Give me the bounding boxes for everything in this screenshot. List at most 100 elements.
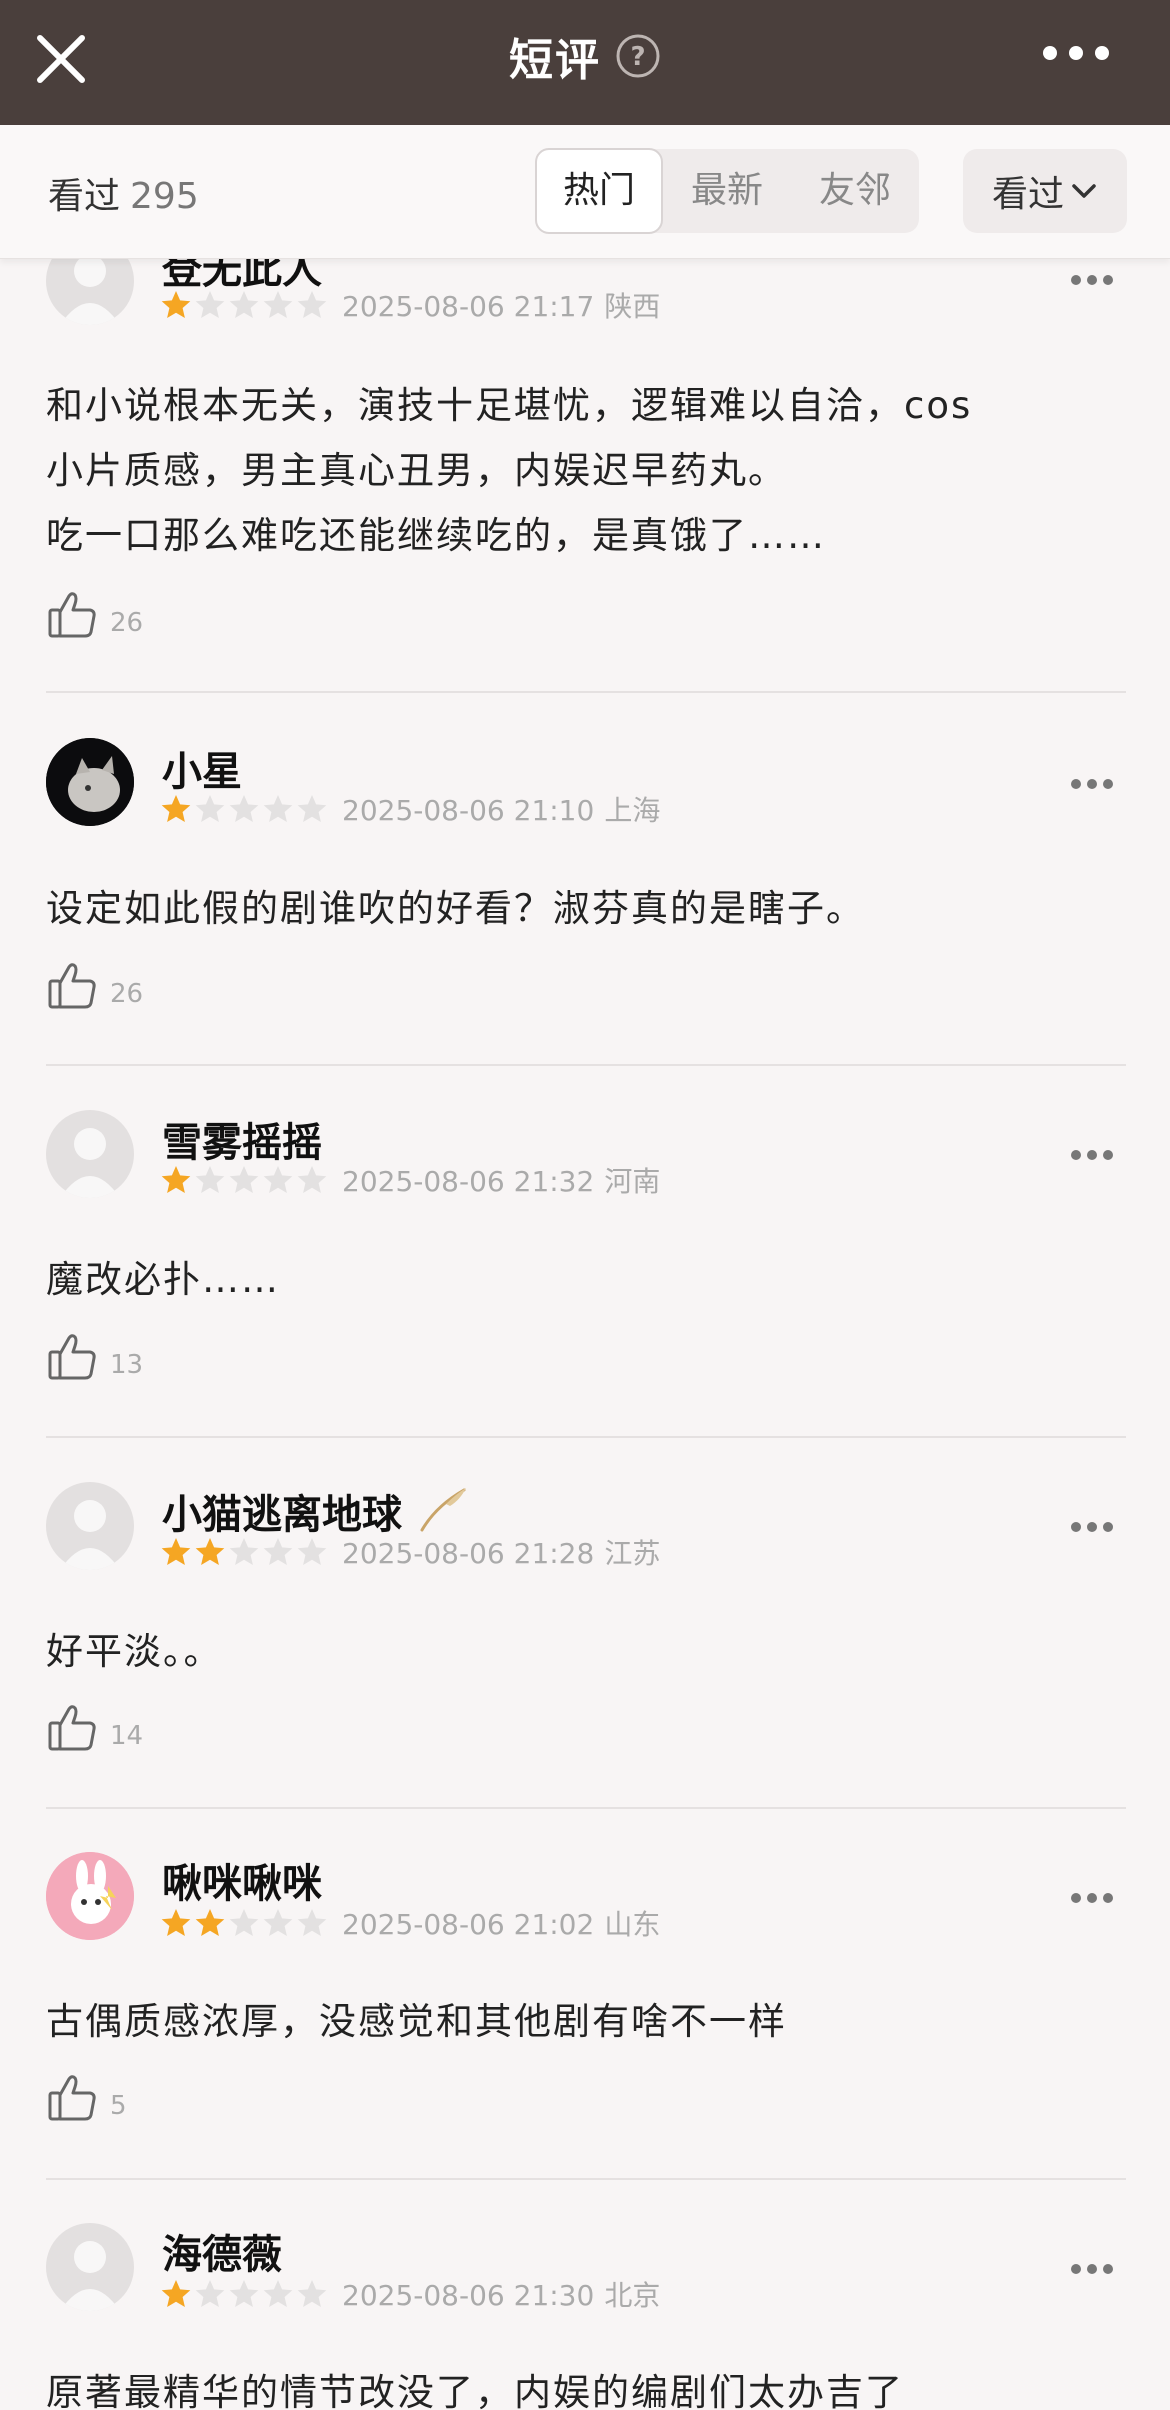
star-empty-icon <box>263 291 293 318</box>
star-filled-icon <box>161 291 191 318</box>
top-bar: 短评 ? <box>0 0 1170 125</box>
bunny-avatar[interactable] <box>46 1852 134 1940</box>
filter-bar: 看过 295 热门 最新 友邻 看过 <box>0 125 1170 259</box>
star-empty-icon <box>263 1538 293 1565</box>
like-count: 5 <box>110 2091 127 2121</box>
more-icon[interactable] <box>1042 43 1110 63</box>
review-location: 上海 <box>604 794 661 827</box>
review-meta: 2025-08-06 21:10 上海 <box>160 789 660 829</box>
star-empty-icon <box>229 1538 259 1565</box>
star-filled-icon <box>195 1909 225 1936</box>
default-avatar[interactable] <box>46 2223 134 2311</box>
star-filled-icon <box>161 2280 191 2307</box>
star-empty-icon <box>195 291 225 318</box>
tab-friends[interactable]: 友邻 <box>791 149 919 233</box>
review-more-icon[interactable] <box>1070 273 1114 287</box>
cat-avatar[interactable] <box>46 738 134 826</box>
review-text: 原著最精华的情节改没了，内娱的编剧们太办吉了 <box>46 2360 904 2410</box>
like-button[interactable]: 5 <box>46 2071 127 2125</box>
review-more-icon[interactable] <box>1070 1891 1114 1905</box>
star-empty-icon <box>229 1909 259 1936</box>
review-date: 2025-08-06 21:32 <box>342 1165 595 1198</box>
review-item: 小星 2025-08-06 21:10 上海 设定如此假的剧谁吹的好看？淑芬真的是… <box>46 691 1126 1066</box>
review-meta: 2025-08-06 21:30 北京 <box>160 2274 660 2314</box>
star-empty-icon <box>229 291 259 318</box>
seen-count: 295 <box>130 176 199 217</box>
chevron-down-icon <box>1072 184 1096 198</box>
review-meta: 2025-08-06 21:28 江苏 <box>160 1532 660 1572</box>
svg-text:?: ? <box>630 42 645 72</box>
star-empty-icon <box>195 1166 225 1193</box>
page-title: 短评 <box>509 35 601 86</box>
review-text-line: 吃一口那么难吃还能继续吃的，是真饿了…… <box>46 514 826 557</box>
rating-stars <box>160 2278 328 2310</box>
review-more-icon[interactable] <box>1070 2262 1114 2276</box>
star-empty-icon <box>229 1166 259 1193</box>
review-text: 古偶质感浓厚，没感觉和其他剧有啥不一样 <box>46 1989 787 2054</box>
review-text-line: 古偶质感浓厚，没感觉和其他剧有啥不一样 <box>46 2000 787 2043</box>
review-text: 魔改必扑…… <box>46 1247 280 1312</box>
thumbs-up-icon <box>48 963 96 1009</box>
star-empty-icon <box>297 795 327 822</box>
like-count: 14 <box>110 1721 144 1751</box>
like-count: 26 <box>110 979 144 1009</box>
star-filled-icon <box>161 795 191 822</box>
review-item: 海德薇 2025-08-06 21:30 北京 原著最精华的情节改没了，内娱的编剧… <box>46 2178 1126 2410</box>
tab-latest[interactable]: 最新 <box>663 149 791 233</box>
review-username[interactable]: 啾咪啾咪 <box>162 1851 322 1909</box>
like-count: 13 <box>110 1350 144 1380</box>
help-icon[interactable]: ? <box>615 33 661 79</box>
review-date: 2025-08-06 21:10 <box>342 794 595 827</box>
rating-stars <box>160 1536 328 1568</box>
tab-hot[interactable]: 热门 <box>535 148 663 234</box>
star-filled-icon <box>195 1538 225 1565</box>
filter-label: 看过 <box>991 174 1064 215</box>
default-avatar[interactable] <box>46 1482 134 1570</box>
sort-tabs: 热门 最新 友邻 <box>535 148 919 234</box>
like-button[interactable]: 14 <box>46 1701 143 1755</box>
star-empty-icon <box>297 2280 327 2307</box>
default-avatar[interactable] <box>46 1110 134 1198</box>
like-button[interactable]: 26 <box>46 588 143 642</box>
review-date: 2025-08-06 21:02 <box>342 1908 595 1941</box>
review-location: 河南 <box>604 1165 661 1198</box>
thumbs-up-icon <box>48 2075 96 2121</box>
feather-icon <box>420 1488 466 1532</box>
star-empty-icon <box>229 795 259 822</box>
review-item: 登无此人 2025-08-06 21:17 陕西 和小说根本无关，演技十足堪忧，逻… <box>46 223 1126 693</box>
review-meta: 2025-08-06 21:02 山东 <box>160 1903 660 1943</box>
review-text: 好平淡。。 <box>46 1619 223 1684</box>
review-date: 2025-08-06 21:17 <box>342 290 595 323</box>
thumbs-up-icon <box>48 1334 96 1380</box>
review-text: 和小说根本无关，演技十足堪忧，逻辑难以自洽，cos 小片质感，男主真心丑男，内娱… <box>46 373 972 568</box>
review-meta: 2025-08-06 21:17 陕西 <box>160 285 660 325</box>
like-button[interactable]: 13 <box>46 1330 143 1384</box>
star-filled-icon <box>161 1166 191 1193</box>
star-empty-icon <box>297 1538 327 1565</box>
watched-filter-dropdown[interactable]: 看过 <box>963 149 1127 233</box>
review-location: 江苏 <box>604 1537 661 1570</box>
thumbs-up-icon <box>48 592 96 638</box>
star-empty-icon <box>195 2280 225 2307</box>
thumbs-up-icon <box>48 1705 96 1751</box>
review-text-line: 设定如此假的剧谁吹的好看？淑芬真的是瞎子。 <box>46 887 865 930</box>
review-date: 2025-08-06 21:28 <box>342 1537 595 1570</box>
star-empty-icon <box>297 1909 327 1936</box>
star-empty-icon <box>297 1166 327 1193</box>
star-empty-icon <box>195 795 225 822</box>
review-username[interactable]: 海德薇 <box>162 2222 282 2280</box>
review-location: 陕西 <box>604 290 661 323</box>
star-empty-icon <box>263 795 293 822</box>
review-more-icon[interactable] <box>1070 1520 1114 1534</box>
review-text-line: 和小说根本无关，演技十足堪忧，逻辑难以自洽，cos <box>46 384 973 427</box>
review-text-line: 好平淡。。 <box>46 1630 223 1673</box>
rating-stars <box>160 289 328 321</box>
star-filled-icon <box>161 1538 191 1565</box>
review-more-icon[interactable] <box>1070 777 1114 791</box>
like-button[interactable]: 26 <box>46 959 143 1013</box>
review-date: 2025-08-06 21:30 <box>342 2279 595 2312</box>
review-meta: 2025-08-06 21:32 河南 <box>160 1160 660 1200</box>
review-more-icon[interactable] <box>1070 1148 1114 1162</box>
review-item: 小猫逃离地球 2025-08-06 21:28 江苏 好平淡。。 14 <box>46 1436 1126 1809</box>
rating-stars <box>160 1907 328 1939</box>
